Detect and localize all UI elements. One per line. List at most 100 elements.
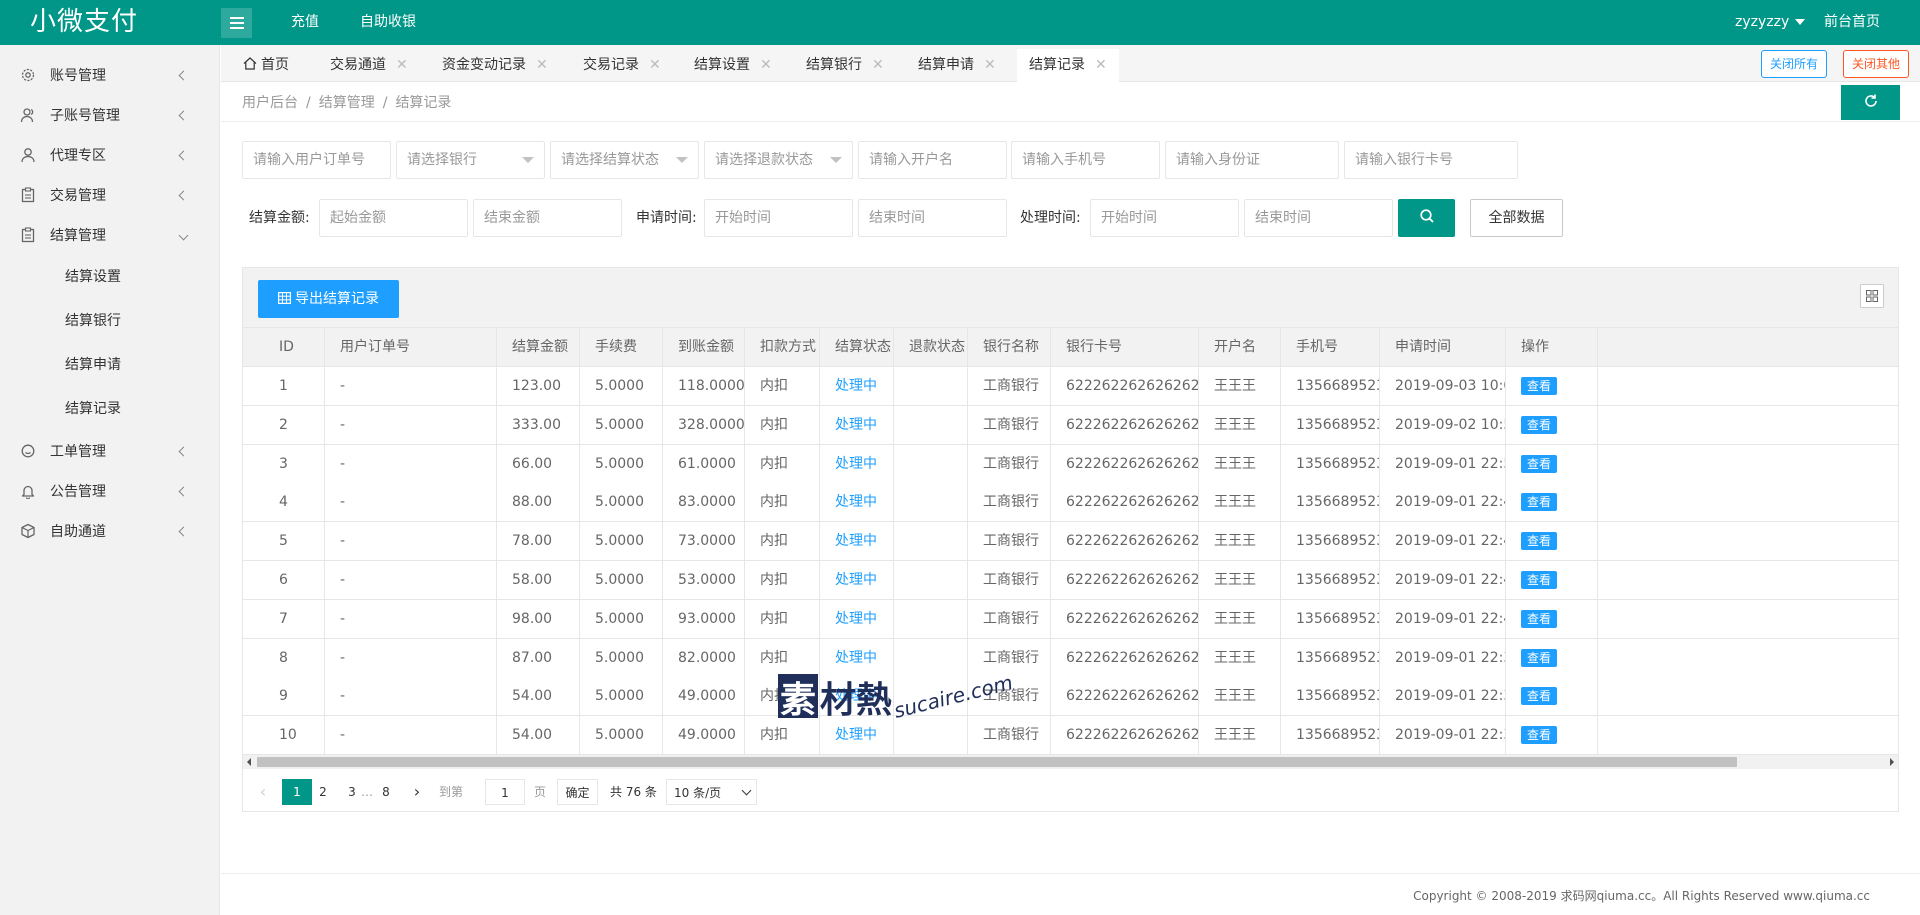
- prev-page-icon[interactable]: ‹: [253, 779, 273, 805]
- view-button[interactable]: 查看: [1521, 377, 1558, 395]
- table-row[interactable]: 1-123.00 5.0000 118.0000 内扣 处理中 工商银行 622262262…: [243, 367, 1898, 406]
- amount-start-input[interactable]: 起始金额: [319, 199, 468, 237]
- table-row[interactable]: 10-54.00 5.0000 49.0000 内扣 处理中 工商银行 6222622626…: [243, 716, 1898, 756]
- cell-status[interactable]: 处理中: [820, 444, 894, 484]
- nav-recharge[interactable]: 充值: [291, 0, 319, 45]
- export-button[interactable]: 导出结算记录: [258, 280, 399, 318]
- view-button[interactable]: 查看: [1521, 532, 1558, 551]
- process-start-input[interactable]: 开始时间: [1090, 199, 1239, 237]
- table-row[interactable]: 6-58.00 5.0000 53.0000 内扣 处理中 工商银行 62226226262…: [243, 561, 1898, 600]
- phone-input[interactable]: 请输入手机号: [1011, 141, 1160, 179]
- search-button[interactable]: [1398, 199, 1455, 237]
- page-1[interactable]: 1: [282, 779, 312, 805]
- view-button[interactable]: 查看: [1521, 415, 1558, 434]
- menu-toggle-icon[interactable]: [221, 8, 252, 38]
- view-button[interactable]: 查看: [1521, 648, 1558, 667]
- sidebar-item-settlement[interactable]: 结算管理: [0, 215, 220, 255]
- cell-status[interactable]: 处理中: [820, 599, 894, 639]
- close-icon[interactable]: ✕: [649, 57, 661, 73]
- cell-status[interactable]: 处理中: [820, 405, 894, 445]
- nav-frontend-home[interactable]: 前台首页: [1824, 0, 1880, 45]
- sidebar-subitem-settle-apply[interactable]: 结算申请: [0, 343, 220, 387]
- close-icon[interactable]: ✕: [536, 57, 548, 73]
- bank-select[interactable]: 请选择银行: [396, 141, 545, 179]
- sidebar-subitem-settle-records[interactable]: 结算记录: [0, 387, 220, 431]
- account-name-input[interactable]: 请输入开户名: [858, 141, 1007, 179]
- sidebar-subitem-settle-bank[interactable]: 结算银行: [0, 299, 220, 343]
- tab-home[interactable]: 首页: [231, 49, 301, 82]
- scrollbar-thumb[interactable]: [257, 757, 1737, 767]
- card-no-input[interactable]: 请输入银行卡号: [1344, 141, 1518, 179]
- sidebar-item-notice[interactable]: 公告管理: [0, 471, 220, 511]
- table-row[interactable]: 8-87.00 5.0000 82.0000 内扣 处理中 工商银行 62226226262…: [243, 638, 1898, 678]
- close-all-button[interactable]: 关闭所有: [1761, 50, 1828, 78]
- table-row[interactable]: 2-333.00 5.0000 328.0000 内扣 处理中 工商银行 622262262…: [243, 405, 1898, 445]
- table-row[interactable]: 4-88.00 5.0000 83.0000 内扣 处理中 工商银行 62226226262…: [243, 483, 1898, 523]
- close-others-button[interactable]: 关闭其他: [1843, 50, 1910, 78]
- goto-page-input[interactable]: 1: [485, 779, 525, 805]
- table-row[interactable]: 9-54.00 5.0000 49.0000 内扣 处理中 工商银行 62226226262…: [243, 677, 1898, 717]
- table-row[interactable]: 7-98.00 5.0000 93.0000 内扣 处理中 工商银行 62226226262…: [243, 599, 1898, 639]
- tab-fund-changes[interactable]: 资金变动记录 ✕: [430, 49, 560, 82]
- order-no-input[interactable]: 请输入用户订单号: [242, 141, 391, 179]
- cell-status[interactable]: 处理中: [820, 367, 894, 406]
- sidebar-item-trade[interactable]: 交易管理: [0, 175, 220, 215]
- goto-confirm-button[interactable]: 确定: [557, 779, 598, 805]
- sidebar-subitem-settle-settings[interactable]: 结算设置: [0, 255, 220, 299]
- scroll-right-icon[interactable]: [1890, 758, 1894, 766]
- view-button[interactable]: 查看: [1521, 571, 1558, 589]
- search-icon: [1419, 208, 1435, 228]
- amount-end-input[interactable]: 结束金额: [473, 199, 622, 237]
- view-button[interactable]: 查看: [1521, 609, 1558, 628]
- refund-status-select[interactable]: 请选择退款状态: [704, 141, 853, 179]
- tab-settle-bank[interactable]: 结算银行 ✕: [794, 49, 896, 82]
- page-2[interactable]: 2: [313, 779, 333, 805]
- cell-bank: 工商银行: [968, 522, 1051, 562]
- sidebar-item-self-channel[interactable]: 自助通道: [0, 511, 220, 551]
- page-8[interactable]: 8: [376, 779, 396, 805]
- close-icon[interactable]: ✕: [760, 57, 772, 73]
- horizontal-scrollbar[interactable]: [243, 755, 1898, 769]
- apply-start-input[interactable]: 开始时间: [704, 199, 853, 237]
- divider: [221, 121, 1920, 122]
- tab-settle-settings[interactable]: 结算设置 ✕: [682, 49, 784, 82]
- cell-status[interactable]: 处理中: [820, 561, 894, 600]
- close-icon[interactable]: ✕: [984, 57, 996, 73]
- view-button[interactable]: 查看: [1521, 687, 1558, 706]
- close-icon[interactable]: ✕: [1095, 57, 1107, 73]
- tab-trade-channel[interactable]: 交易通道 ✕: [318, 49, 420, 82]
- tab-settle-records[interactable]: 结算记录 ✕: [1017, 49, 1119, 82]
- table-row[interactable]: 3-66.00 5.0000 61.0000 内扣 处理中 工商银行 62226226262…: [243, 444, 1898, 484]
- tab-settle-apply[interactable]: 结算申请 ✕: [906, 49, 1008, 82]
- sidebar-item-account[interactable]: 账号管理: [0, 55, 220, 95]
- footer: Copyright © 2008-2019 求码网qiuma.cc。All Ri…: [221, 873, 1920, 915]
- refresh-button[interactable]: [1841, 85, 1900, 120]
- columns-filter-icon[interactable]: [1860, 284, 1884, 308]
- cell-fee: 5.0000: [580, 405, 663, 445]
- cell-status[interactable]: 处理中: [820, 483, 894, 523]
- apply-end-input[interactable]: 结束时间: [858, 199, 1007, 237]
- cell-status[interactable]: 处理中: [820, 522, 894, 562]
- tab-trade-records[interactable]: 交易记录 ✕: [571, 49, 673, 82]
- breadcrumb-item[interactable]: 用户后台: [242, 95, 298, 111]
- breadcrumb-item[interactable]: 结算管理: [319, 95, 375, 111]
- view-button[interactable]: 查看: [1521, 726, 1558, 745]
- app-logo[interactable]: 小微支付: [30, 6, 138, 39]
- scroll-left-icon[interactable]: [247, 758, 251, 766]
- nav-self-cashier[interactable]: 自助收银: [360, 0, 416, 45]
- sidebar-item-agent[interactable]: 代理专区: [0, 135, 220, 175]
- settle-status-select[interactable]: 请选择结算状态: [550, 141, 699, 179]
- id-card-input[interactable]: 请输入身份证: [1165, 141, 1339, 179]
- table-row[interactable]: 5-78.00 5.0000 73.0000 内扣 处理中 工商银行 62226226262…: [243, 522, 1898, 562]
- view-button[interactable]: 查看: [1521, 493, 1558, 512]
- close-icon[interactable]: ✕: [396, 57, 408, 73]
- user-menu[interactable]: zyzyzzy: [1735, 0, 1806, 45]
- sidebar-item-subaccount[interactable]: 子账号管理: [0, 95, 220, 135]
- process-end-input[interactable]: 结束时间: [1244, 199, 1393, 237]
- all-data-button[interactable]: 全部数据: [1470, 199, 1563, 237]
- next-page-icon[interactable]: ›: [407, 779, 427, 805]
- page-size-select[interactable]: 10 条/页: [666, 779, 757, 805]
- close-icon[interactable]: ✕: [872, 57, 884, 73]
- view-button[interactable]: 查看: [1521, 454, 1558, 473]
- sidebar-item-ticket[interactable]: 工单管理: [0, 431, 220, 471]
